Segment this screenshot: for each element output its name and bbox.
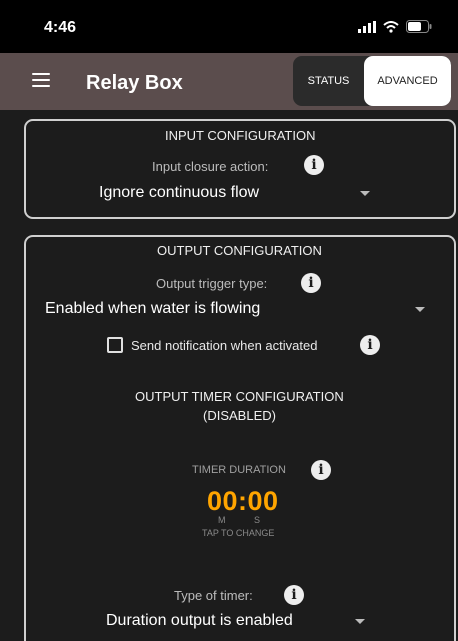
send-notification-info-icon[interactable]: i — [360, 335, 380, 355]
send-notification-label: Send notification when activated — [131, 338, 318, 353]
menu-icon[interactable] — [32, 73, 50, 87]
timer-type-info-icon[interactable]: i — [284, 585, 304, 605]
timer-unit-seconds: S — [254, 515, 261, 525]
input-closure-info-icon[interactable]: i — [304, 155, 324, 175]
timer-duration-label: TIMER DURATION — [192, 464, 286, 476]
status-time: 4:46 — [44, 19, 77, 36]
input-closure-chevron-down-icon[interactable] — [360, 191, 370, 196]
output-trigger-chevron-down-icon[interactable] — [415, 307, 425, 312]
output-trigger-label: Output trigger type: — [156, 276, 268, 291]
input-closure-dropdown[interactable]: Ignore continuous flow — [99, 184, 259, 202]
app-bar: Relay Box STATUS ADVANCED — [0, 53, 458, 110]
output-trigger-info-icon[interactable]: i — [301, 273, 321, 293]
timer-type-dropdown[interactable]: Duration output is enabled — [106, 612, 293, 630]
tab-status[interactable]: STATUS — [293, 56, 364, 106]
battery-icon — [406, 20, 432, 33]
output-configuration-card — [24, 235, 456, 641]
timer-duration-value[interactable]: 00:00 — [207, 486, 279, 517]
output-timer-heading: OUTPUT TIMER CONFIGURATION — [135, 389, 344, 404]
wifi-icon — [383, 20, 399, 33]
output-timer-disabled-label: (DISABLED) — [203, 408, 276, 423]
app-title: Relay Box — [86, 72, 183, 94]
input-closure-label: Input closure action: — [152, 159, 269, 174]
timer-duration-info-icon[interactable]: i — [311, 460, 331, 480]
tab-advanced[interactable]: ADVANCED — [364, 56, 451, 106]
timer-unit-minutes: M — [218, 515, 226, 525]
output-config-heading: OUTPUT CONFIGURATION — [157, 243, 322, 258]
output-trigger-dropdown[interactable]: Enabled when water is flowing — [45, 300, 260, 318]
signal-icon — [358, 20, 376, 33]
status-icons — [358, 20, 432, 33]
status-bar: 4:46 — [0, 0, 458, 53]
input-config-heading: INPUT CONFIGURATION — [165, 128, 316, 143]
timer-type-label: Type of timer: — [174, 588, 253, 603]
timer-type-chevron-down-icon[interactable] — [355, 619, 365, 624]
tap-to-change-hint: TAP TO CHANGE — [202, 528, 275, 538]
mode-segmented-control: STATUS ADVANCED — [293, 56, 451, 106]
send-notification-checkbox[interactable] — [107, 337, 123, 353]
